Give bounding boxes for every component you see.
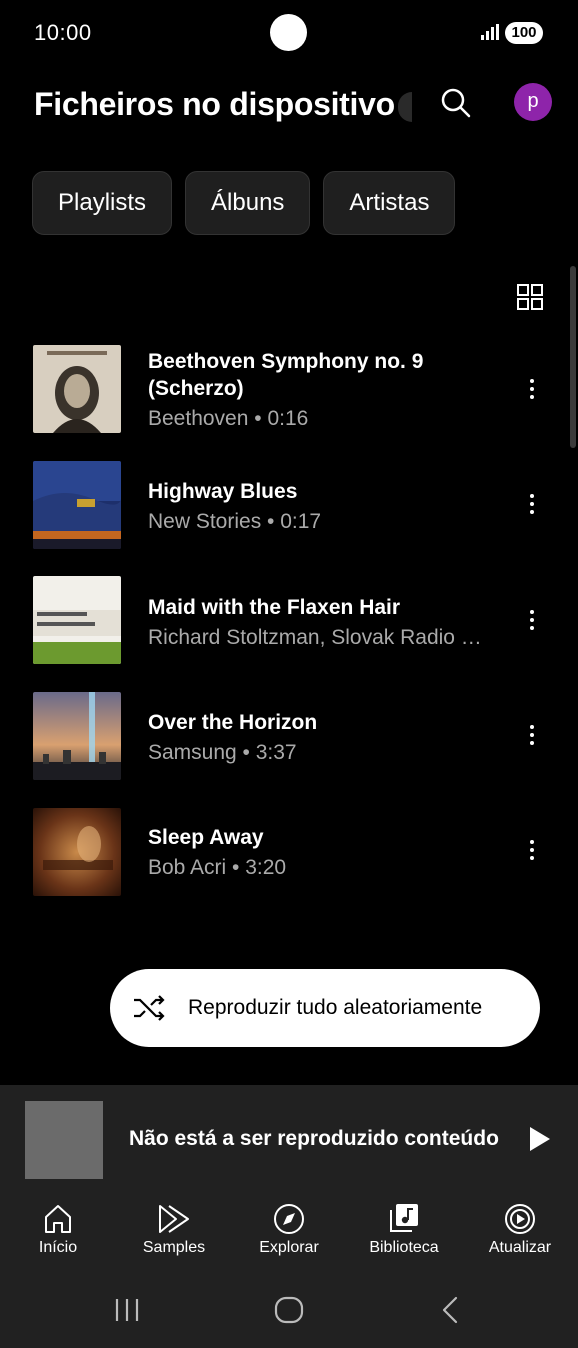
nav-explore-label: Explorar <box>259 1239 319 1256</box>
album-art <box>33 692 121 780</box>
track-subtitle: Beethoven • 0:16 <box>148 407 309 430</box>
track-title: Maid with the Flaxen Hair <box>148 596 401 619</box>
nav-home-label: Início <box>38 1239 78 1256</box>
track-row[interactable]: Beethoven Symphony no. 9 (Scherzo) Beeth… <box>0 345 578 445</box>
upgrade-icon <box>505 1204 535 1234</box>
nav-home[interactable]: Início <box>8 1203 108 1273</box>
samples-icon <box>159 1205 189 1233</box>
status-time: 10:00 <box>34 20 92 45</box>
track-title: Sleep Away <box>148 826 264 849</box>
more-options-icon[interactable] <box>520 606 544 636</box>
nav-library[interactable]: Biblioteca <box>354 1203 454 1273</box>
library-icon <box>390 1204 418 1232</box>
search-icon[interactable] <box>436 84 476 124</box>
shuffle-icon <box>134 995 165 1021</box>
nav-upgrade[interactable]: Atualizar <box>470 1203 570 1273</box>
track-row[interactable]: Sleep Away Bob Acri • 3:20 <box>0 808 578 908</box>
track-title: Highway Blues <box>148 480 298 503</box>
shuffle-all-button[interactable]: Reproduzir tudo aleatoriamente <box>110 969 540 1047</box>
signal-icon <box>481 24 499 40</box>
bottom-navigation: Início Samples Explorar Biblioteca Atual… <box>0 1195 578 1275</box>
album-art <box>33 808 121 896</box>
track-subtitle: Richard Stoltzman, Slovak Radio … <box>148 626 482 649</box>
camera-cutout <box>270 14 307 51</box>
track-row[interactable]: Maid with the Flaxen Hair Richard Stoltz… <box>0 576 578 676</box>
home-icon <box>45 1205 71 1233</box>
grid-view-icon[interactable] <box>516 283 544 311</box>
battery-icon: 100 <box>505 22 543 44</box>
shuffle-all-label: Reproduzir tudo aleatoriamente <box>188 996 483 1019</box>
track-title: Over the Horizon <box>148 711 318 734</box>
mini-player[interactable]: Não está a ser reproduzido conteúdo <box>0 1085 578 1195</box>
nav-library-label: Biblioteca <box>369 1239 439 1256</box>
app-header: Ficheiros no dispositivo <box>0 78 578 138</box>
album-art <box>33 345 121 433</box>
mini-player-art <box>25 1101 103 1179</box>
album-art <box>33 461 121 549</box>
track-row[interactable]: Highway Blues New Stories • 0:17 <box>0 461 578 561</box>
track-subtitle: Bob Acri • 3:20 <box>148 856 287 879</box>
nav-samples-label: Samples <box>142 1239 206 1256</box>
more-options-icon[interactable] <box>520 490 544 520</box>
recent-apps-icon[interactable] <box>112 1295 142 1325</box>
track-subtitle: Samsung • 3:37 <box>148 741 297 764</box>
page-title: Ficheiros no dispositivo <box>34 86 395 122</box>
chip-artists[interactable]: Artistas <box>323 171 456 235</box>
more-options-icon[interactable] <box>520 721 544 751</box>
track-title: Beethoven Symphony no. 9 <box>148 350 424 373</box>
mini-player-status: Não está a ser reproduzido conteúdo <box>129 1127 499 1150</box>
status-bar: 10:00 100 <box>0 0 578 66</box>
track-title-line2: (Scherzo) <box>148 377 244 400</box>
title-overflow-fade <box>398 92 412 122</box>
nav-explore[interactable]: Explorar <box>239 1203 339 1273</box>
account-avatar[interactable]: p <box>514 83 552 121</box>
back-icon[interactable] <box>436 1295 466 1325</box>
album-art <box>33 576 121 664</box>
track-row[interactable]: Over the Horizon Samsung • 3:37 <box>0 692 578 792</box>
nav-upgrade-label: Atualizar <box>488 1239 552 1256</box>
home-button-icon[interactable] <box>274 1295 304 1325</box>
track-subtitle: New Stories • 0:17 <box>148 510 322 533</box>
nav-samples[interactable]: Samples <box>124 1203 224 1273</box>
filter-chips: Playlists Álbuns Artistas <box>32 171 456 235</box>
chip-playlists[interactable]: Playlists <box>32 171 173 235</box>
compass-icon <box>274 1204 304 1234</box>
more-options-icon[interactable] <box>520 375 544 405</box>
system-navigation <box>0 1275 578 1348</box>
chip-albums[interactable]: Álbuns <box>185 171 311 235</box>
play-icon[interactable] <box>528 1125 552 1153</box>
more-options-icon[interactable] <box>520 836 544 866</box>
